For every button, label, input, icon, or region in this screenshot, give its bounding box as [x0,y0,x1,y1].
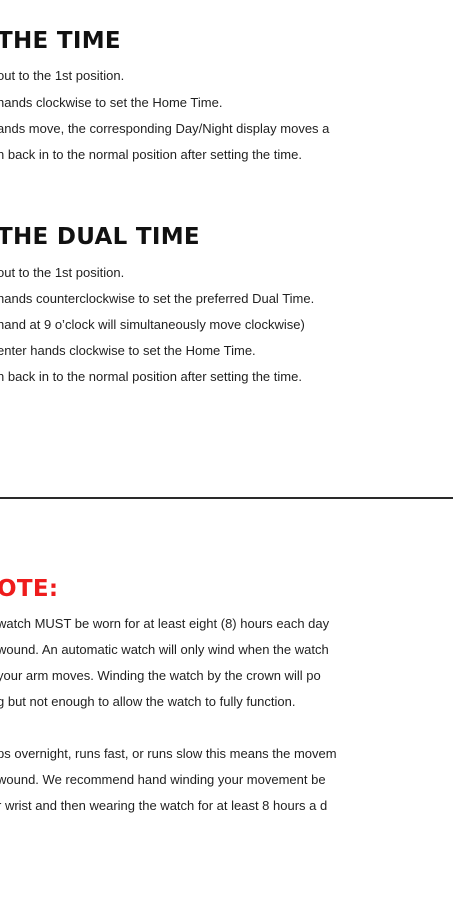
set-time-step-3: ands move, the corresponding Day/Night d… [0,121,330,136]
note-paragraph-1-line-1: watch MUST be worn for at least eight (8… [0,616,330,631]
instructions-page: THE TIME out to the 1st position. hands … [0,0,453,922]
dual-time-step-2: hands counterclockwise to set the prefer… [0,291,315,306]
note-paragraph-2-line-1: ps overnight, runs fast, or runs slow th… [0,746,337,761]
dual-time-step-4: enter hands clockwise to set the Home Ti… [0,343,256,358]
set-time-step-4: n back in to the normal position after s… [0,147,302,162]
note-paragraph-1-line-2: wound. An automatic watch will only wind… [0,642,329,657]
set-time-step-1: out to the 1st position. [0,68,125,83]
section-divider [0,497,453,499]
note-paragraph-1-line-4: g but not enough to allow the watch to f… [0,694,296,709]
note-paragraph-2-line-3: r wrist and then wearing the watch for a… [0,798,328,813]
set-time-step-2: hands clockwise to set the Home Time. [0,95,223,110]
note-paragraph-1-line-3: your arm moves. Winding the watch by the… [0,668,321,683]
set-time-heading: THE TIME [0,28,121,54]
note-paragraph-2-line-2: wound. We recommend hand winding your mo… [0,772,326,787]
dual-time-step-1: out to the 1st position. [0,265,125,280]
dual-time-step-3: hand at 9 o’clock will simultaneously mo… [0,317,305,332]
note-heading: OTE: [0,576,59,602]
dual-time-heading: THE DUAL TIME [0,224,200,250]
dual-time-step-5: n back in to the normal position after s… [0,369,302,384]
